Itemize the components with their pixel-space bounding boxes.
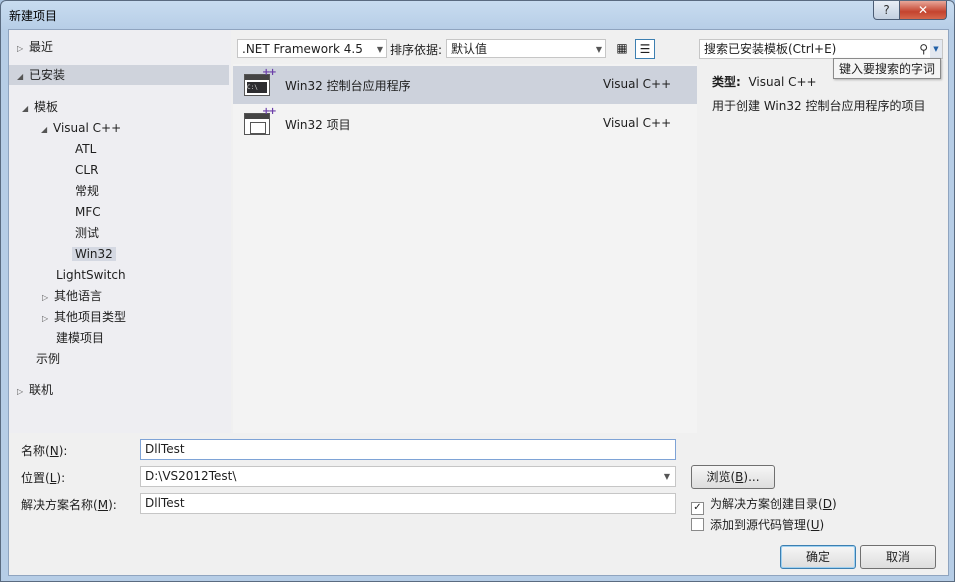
tree-item-other-project-types[interactable]: ▷ 其他项目类型 bbox=[42, 307, 126, 327]
template-toolbar: .NET Framework 4.5 ▼ 排序依据: 默认值 ▼ ▦ ☰ bbox=[233, 30, 697, 64]
expand-arrow-icon[interactable]: ▷ bbox=[42, 288, 54, 308]
tree-item-lightswitch[interactable]: LightSwitch bbox=[56, 265, 126, 285]
ok-button[interactable]: 确定 bbox=[780, 545, 856, 569]
list-view-button[interactable]: ☰ bbox=[635, 39, 655, 59]
sort-select[interactable]: 默认值 ▼ bbox=[446, 39, 606, 58]
list-view-icon: ☰ bbox=[639, 42, 651, 56]
checkbox-label: 为解决方案创建目录 bbox=[710, 497, 819, 511]
framework-select-value: .NET Framework 4.5 bbox=[242, 42, 363, 56]
search-icon[interactable]: ⚲ bbox=[919, 40, 928, 58]
tree-item-templates[interactable]: ◢ 模板 bbox=[22, 97, 58, 117]
tree-item-label: 已安装 bbox=[29, 68, 66, 82]
expand-arrow-icon[interactable]: ▷ bbox=[17, 39, 29, 59]
sort-label: 排序依据: bbox=[390, 43, 443, 57]
template-type: 类型: Visual C++ bbox=[712, 73, 817, 90]
tree-item-label: 其他项目类型 bbox=[54, 310, 127, 324]
tree-item-samples[interactable]: 示例 bbox=[36, 349, 60, 369]
location-label: 位置(L): bbox=[21, 471, 66, 485]
tree-item-visual-cpp[interactable]: ◢ Visual C++ bbox=[41, 118, 121, 138]
tree-item-installed[interactable]: ◢ 已安装 bbox=[9, 65, 229, 85]
expand-arrow-icon[interactable]: ▷ bbox=[42, 309, 54, 329]
solution-name-field[interactable]: DllTest bbox=[140, 493, 676, 514]
search-tooltip: 键入要搜索的字词 bbox=[833, 58, 942, 79]
tree-item-online[interactable]: ▷ 联机 bbox=[17, 380, 53, 400]
chevron-down-icon[interactable]: ▼ bbox=[664, 467, 670, 486]
tree-item-label: Visual C++ bbox=[53, 121, 122, 135]
template-list: C:\ ++ Win32 控制台应用程序 Visual C++ ++ Win32… bbox=[233, 64, 697, 433]
collapse-arrow-icon[interactable]: ◢ bbox=[17, 67, 29, 87]
tree-item-label: 最近 bbox=[29, 40, 54, 54]
tree-item-win32[interactable]: Win32 bbox=[72, 244, 116, 264]
details-panel: 搜索已安装模板(Ctrl+E) ⚲ ▼ 键入要搜索的字词 类型: Visual … bbox=[699, 30, 948, 433]
window-title: 新建项目 bbox=[9, 9, 58, 23]
name-label: 名称(N): bbox=[21, 444, 68, 458]
collapse-arrow-icon[interactable]: ◢ bbox=[22, 99, 34, 119]
cpp-plus-icon: ++ bbox=[262, 67, 277, 78]
template-name: Win32 项目 bbox=[285, 118, 351, 132]
tree-item-recent[interactable]: ▷ 最近 bbox=[17, 37, 53, 57]
tree-item-label: 模板 bbox=[34, 100, 59, 114]
help-button[interactable]: ? bbox=[873, 1, 900, 20]
create-directory-checkbox[interactable]: ✓ 为解决方案创建目录(D) bbox=[691, 496, 837, 515]
new-project-dialog: 新建项目 ? ✕ ▷ 最近 ◢ 已安装 ◢ 模板 ◢ Visual C++ ATL CL… bbox=[0, 0, 955, 582]
template-item-win32-project[interactable]: ++ Win32 项目 Visual C++ bbox=[233, 105, 697, 143]
tree-item-general[interactable]: 常规 bbox=[75, 181, 99, 201]
expand-arrow-icon[interactable]: ▷ bbox=[17, 382, 29, 402]
framework-select[interactable]: .NET Framework 4.5 ▼ bbox=[237, 39, 387, 58]
search-placeholder: 搜索已安装模板(Ctrl+E) bbox=[704, 42, 837, 56]
search-options-dropdown-icon[interactable]: ▼ bbox=[930, 40, 942, 58]
template-description: 用于创建 Win32 控制台应用程序的项目 bbox=[712, 99, 926, 113]
checkbox-unchecked-icon[interactable] bbox=[691, 518, 704, 531]
grid-view-icon: ▦ bbox=[616, 41, 628, 55]
template-item-console-app[interactable]: C:\ ++ Win32 控制台应用程序 Visual C++ bbox=[233, 66, 697, 104]
location-field[interactable]: D:\VS2012Test\ ▼ bbox=[140, 466, 676, 487]
cpp-plus-icon: ++ bbox=[262, 106, 277, 117]
tree-item-other-languages[interactable]: ▷ 其他语言 bbox=[42, 286, 102, 306]
tree-item-label: Win32 bbox=[72, 247, 116, 261]
add-to-source-control-checkbox[interactable]: 添加到源代码管理(U) bbox=[691, 517, 824, 533]
tree-item-label: 联机 bbox=[29, 383, 54, 397]
search-input[interactable]: 搜索已安装模板(Ctrl+E) ⚲ ▼ bbox=[699, 39, 943, 59]
browse-button[interactable]: 浏览(B)... bbox=[691, 465, 775, 489]
tree-item-test[interactable]: 测试 bbox=[75, 223, 99, 243]
tree-item-label: 其他语言 bbox=[54, 289, 103, 303]
template-language: Visual C++ bbox=[603, 77, 672, 91]
name-field[interactable]: DllTest bbox=[140, 439, 676, 460]
template-name: Win32 控制台应用程序 bbox=[285, 79, 411, 93]
collapse-arrow-icon[interactable]: ◢ bbox=[41, 120, 53, 140]
tree-item-clr[interactable]: CLR bbox=[75, 160, 98, 180]
type-label: 类型: bbox=[712, 75, 741, 89]
chevron-down-icon: ▼ bbox=[595, 45, 602, 54]
type-value: Visual C++ bbox=[748, 75, 817, 89]
location-value: D:\VS2012Test\ bbox=[145, 469, 237, 483]
tree-item-atl[interactable]: ATL bbox=[75, 139, 96, 159]
sort-select-value: 默认值 bbox=[451, 42, 488, 56]
chevron-down-icon: ▼ bbox=[376, 45, 383, 54]
tree-item-modeling-projects[interactable]: 建模项目 bbox=[56, 328, 104, 348]
dialog-body: ▷ 最近 ◢ 已安装 ◢ 模板 ◢ Visual C++ ATL CLR 常规 MFC … bbox=[8, 29, 949, 576]
solution-name-label: 解决方案名称(M): bbox=[21, 498, 117, 512]
close-button[interactable]: ✕ bbox=[899, 1, 947, 20]
title-bar[interactable]: 新建项目 ? ✕ bbox=[1, 1, 954, 29]
small-icons-view-button[interactable]: ▦ bbox=[612, 39, 632, 59]
template-tree: ▷ 最近 ◢ 已安装 ◢ 模板 ◢ Visual C++ ATL CLR 常规 MFC … bbox=[9, 30, 231, 433]
cancel-button[interactable]: 取消 bbox=[860, 545, 936, 569]
tree-item-mfc[interactable]: MFC bbox=[75, 202, 101, 222]
checkbox-checked-icon[interactable]: ✓ bbox=[691, 502, 704, 515]
checkbox-label: 添加到源代码管理 bbox=[710, 518, 807, 532]
template-language: Visual C++ bbox=[603, 116, 672, 130]
